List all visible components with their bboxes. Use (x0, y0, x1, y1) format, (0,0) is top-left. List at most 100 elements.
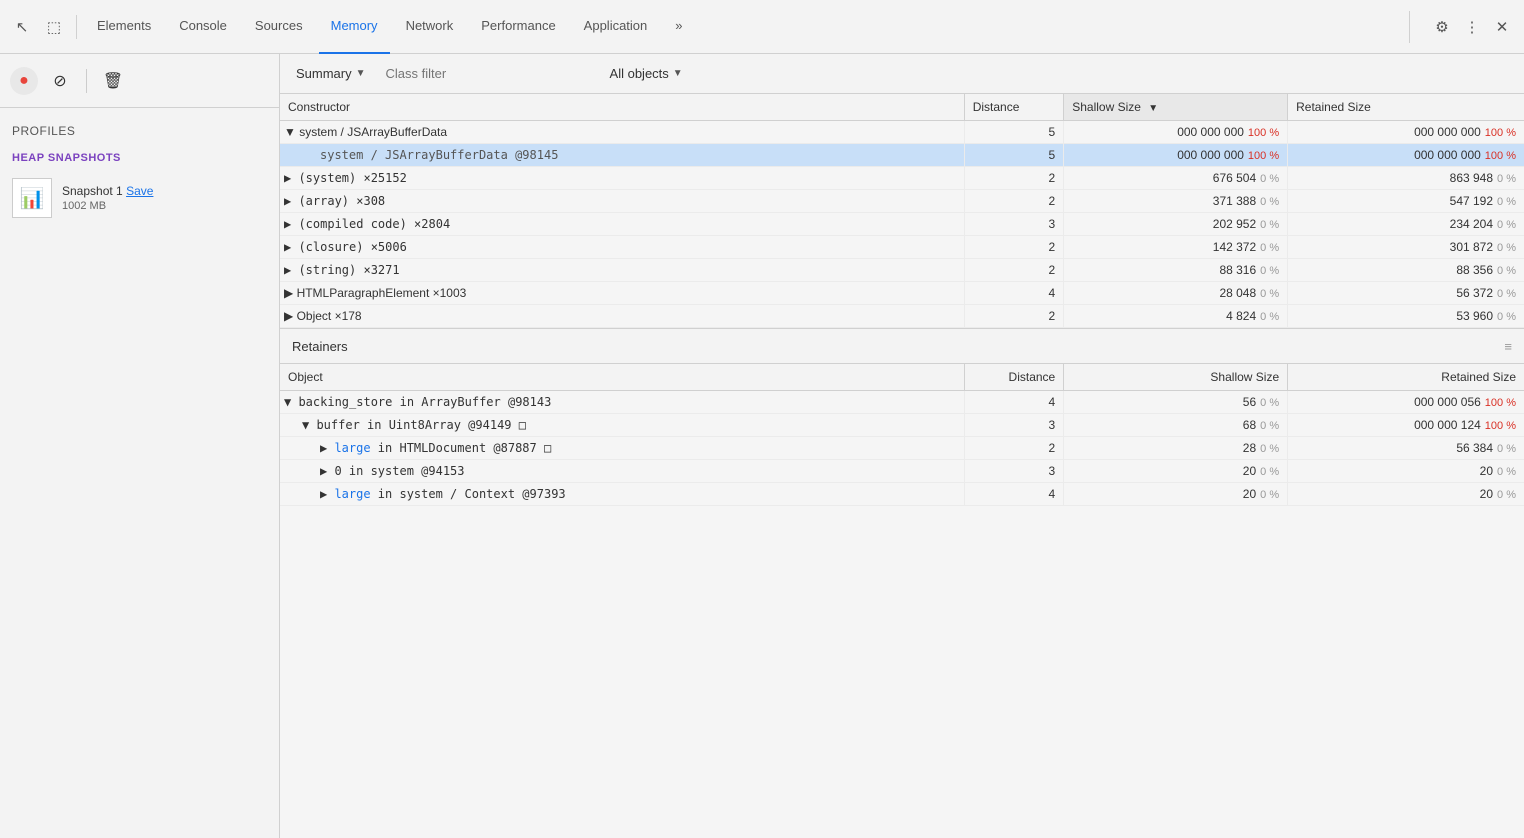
table-row[interactable]: ▼ system / JSArrayBufferData 5 000 000 0… (280, 121, 1524, 144)
profiles-title: Profiles (0, 108, 279, 146)
more-button[interactable]: ⋮ (1458, 13, 1486, 41)
ret-object-cell: ▶ large in system / Context @97393 (280, 483, 964, 506)
table-row[interactable]: system / JSArrayBufferData @98145 5 000 … (280, 144, 1524, 167)
snapshot-item[interactable]: 📊 Snapshot 1 Save 1002 MB (0, 170, 279, 226)
retained-cell: 547 1920 % (1288, 190, 1524, 213)
ret-object-cell: ▶ 0 in system @94153 (280, 460, 964, 483)
class-filter-input[interactable] (378, 61, 598, 87)
ret-col-retained[interactable]: Retained Size (1288, 364, 1524, 391)
shallow-cell: 142 3720 % (1064, 236, 1288, 259)
ret-retained-cell: 000 000 056100 % (1288, 391, 1524, 414)
shallow-cell: 4 8240 % (1064, 305, 1288, 328)
sort-arrow: ▼ (1148, 103, 1158, 114)
link-text[interactable]: large (334, 441, 370, 455)
stop-button[interactable]: ⊘ (46, 67, 74, 95)
retained-cell: 56 3720 % (1288, 282, 1524, 305)
all-objects-dropdown[interactable]: All objects ▼ (602, 62, 691, 85)
retainers-table-container: Object Distance Shallow Size Retained Si… (280, 364, 1524, 506)
ret-retained-cell: 000 000 124100 % (1288, 414, 1524, 437)
shallow-cell: 28 0480 % (1064, 282, 1288, 305)
devtools-nav: ↖ ⬚ Elements Console Sources Memory Netw… (0, 0, 1524, 54)
record-icon: ● (19, 72, 29, 90)
tab-memory[interactable]: Memory (319, 0, 390, 54)
content-area: Summary ▼ All objects ▼ Constructor Dist… (280, 54, 1524, 838)
ret-col-distance[interactable]: Distance (964, 364, 1064, 391)
stop-icon: ⊘ (53, 71, 66, 91)
col-header-shallow[interactable]: Shallow Size ▼ (1064, 94, 1288, 121)
summary-dropdown[interactable]: Summary ▼ (288, 62, 374, 85)
ret-distance-cell: 4 (964, 391, 1064, 414)
table-row[interactable]: ▶ (array) ×308 2 371 3880 % 547 1920 % (280, 190, 1524, 213)
close-button[interactable]: ✕ (1488, 13, 1516, 41)
save-link[interactable]: Save (126, 184, 153, 198)
toolbar-separator (86, 69, 87, 93)
distance-cell: 2 (964, 236, 1064, 259)
retainers-title: Retainers (292, 339, 348, 354)
shallow-cell: 88 3160 % (1064, 259, 1288, 282)
retainer-row[interactable]: ▶ large in HTMLDocument @87887 □ 2 280 %… (280, 437, 1524, 460)
tab-console[interactable]: Console (167, 0, 239, 54)
inspect-icon-btn[interactable]: ⬚ (40, 13, 68, 41)
ret-col-object[interactable]: Object (280, 364, 964, 391)
settings-button[interactable]: ⚙ (1428, 13, 1456, 41)
table-row[interactable]: ▶ (closure) ×5006 2 142 3720 % 301 8720 … (280, 236, 1524, 259)
gear-icon: ⚙ (1435, 18, 1448, 36)
close-icon: ✕ (1496, 18, 1509, 36)
tab-sources[interactable]: Sources (243, 0, 315, 54)
table-row[interactable]: ▶ HTMLParagraphElement ×1003 4 28 0480 %… (280, 282, 1524, 305)
table-row[interactable]: ▶ (string) ×3271 2 88 3160 % 88 3560 % (280, 259, 1524, 282)
snapshot-size: 1002 MB (62, 200, 153, 212)
vert-separator (1409, 11, 1410, 43)
snapshot-info: Snapshot 1 Save 1002 MB (62, 184, 153, 212)
distance-cell: 5 (964, 121, 1064, 144)
col-header-distance[interactable]: Distance (964, 94, 1064, 121)
constructor-cell: ▶ Object ×178 (280, 305, 964, 328)
link-text[interactable]: large (334, 487, 370, 501)
shallow-cell: 371 3880 % (1064, 190, 1288, 213)
sidebar-toolbar: ● ⊘ 🗑 (0, 54, 279, 108)
retained-cell: 000 000 000100 % (1288, 144, 1524, 167)
heap-snapshots-label: HEAP SNAPSHOTS (0, 146, 279, 170)
tab-application[interactable]: Application (572, 0, 660, 54)
tab-network[interactable]: Network (394, 0, 466, 54)
nav-separator-1 (76, 15, 77, 39)
col-header-retained[interactable]: Retained Size (1288, 94, 1524, 121)
snapshot-name: Snapshot 1 Save (62, 184, 153, 198)
retainer-row[interactable]: ▼ backing_store in ArrayBuffer @98143 4 … (280, 391, 1524, 414)
retainers-table: Object Distance Shallow Size Retained Si… (280, 364, 1524, 506)
more-icon: ⋮ (1465, 18, 1480, 36)
snapshot-icon: 📊 (12, 178, 52, 218)
ret-distance-cell: 4 (964, 483, 1064, 506)
ret-retained-cell: 200 % (1288, 460, 1524, 483)
retainer-row[interactable]: ▶ large in system / Context @97393 4 200… (280, 483, 1524, 506)
trash-button[interactable]: 🗑 (99, 67, 127, 95)
inspect-icon: ⬚ (47, 18, 61, 36)
retainer-row[interactable]: ▶ 0 in system @94153 3 200 % 200 % (280, 460, 1524, 483)
ret-object-cell: ▼ backing_store in ArrayBuffer @98143 (280, 391, 964, 414)
tab-elements[interactable]: Elements (85, 0, 163, 54)
constructor-cell: ▶ (compiled code) ×2804 (280, 213, 964, 236)
scroll-icon: ≡ (1504, 339, 1512, 354)
retained-cell: 53 9600 % (1288, 305, 1524, 328)
shallow-cell: 000 000 000100 % (1064, 144, 1288, 167)
ret-retained-cell: 56 3840 % (1288, 437, 1524, 460)
constructor-cell: system / JSArrayBufferData @98145 (280, 144, 964, 167)
distance-cell: 3 (964, 213, 1064, 236)
all-objects-dropdown-arrow: ▼ (673, 68, 683, 79)
retainer-row[interactable]: ▼ buffer in Uint8Array @94149 □ 3 680 % … (280, 414, 1524, 437)
tab-more[interactable]: » (663, 0, 694, 54)
constructor-cell: ▶ (system) ×25152 (280, 167, 964, 190)
tab-performance[interactable]: Performance (469, 0, 567, 54)
table-row[interactable]: ▶ (system) ×25152 2 676 5040 % 863 9480 … (280, 167, 1524, 190)
ret-retained-cell: 200 % (1288, 483, 1524, 506)
retainers-header: Retainers ≡ (280, 328, 1524, 364)
col-header-constructor[interactable]: Constructor (280, 94, 964, 121)
ret-shallow-cell: 280 % (1064, 437, 1288, 460)
ret-col-shallow[interactable]: Shallow Size (1064, 364, 1288, 391)
table-row[interactable]: ▶ Object ×178 2 4 8240 % 53 9600 % (280, 305, 1524, 328)
constructor-cell: ▶ (array) ×308 (280, 190, 964, 213)
record-button[interactable]: ● (10, 67, 38, 95)
table-row[interactable]: ▶ (compiled code) ×2804 3 202 9520 % 234… (280, 213, 1524, 236)
cursor-icon-btn[interactable]: ↖ (8, 13, 36, 41)
ret-shallow-cell: 200 % (1064, 483, 1288, 506)
